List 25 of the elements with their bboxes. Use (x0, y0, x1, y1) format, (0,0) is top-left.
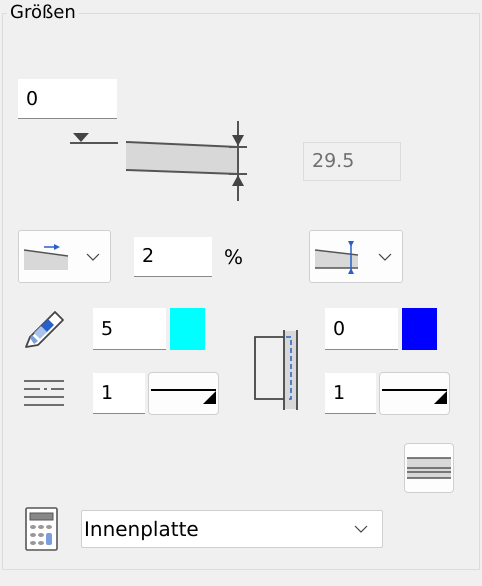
line-style-icon (23, 379, 65, 407)
calculator-icon (25, 507, 58, 551)
layers-icon (407, 456, 451, 480)
chevron-down-icon (86, 252, 100, 260)
chevron-down-icon (354, 525, 368, 533)
pen-color-swatch[interactable] (402, 308, 437, 350)
material-dropdown[interactable]: Innenplatte (81, 510, 383, 548)
line-width-input[interactable]: 1 (93, 372, 145, 414)
line-type-button[interactable] (148, 372, 219, 414)
pencil-icon (23, 309, 65, 349)
line-width-input[interactable]: 1 (325, 372, 376, 414)
chevron-down-icon (378, 252, 392, 260)
slope-type-dropdown[interactable] (18, 230, 111, 283)
slope-icon (23, 244, 69, 270)
slope-input[interactable]: 2 (134, 236, 212, 276)
pen-color-swatch[interactable] (170, 308, 205, 350)
pen-input[interactable]: 0 (325, 308, 398, 350)
thickness-type-dropdown[interactable] (309, 230, 404, 283)
group-title: Größen (9, 2, 77, 24)
line-type-button[interactable] (379, 372, 450, 414)
layers-button[interactable] (404, 443, 454, 493)
elevation-input[interactable]: 0 (18, 79, 117, 119)
percent-unit: % (224, 244, 244, 268)
pen-input[interactable]: 5 (93, 308, 166, 350)
thickness-field: 29.5 (303, 142, 401, 180)
